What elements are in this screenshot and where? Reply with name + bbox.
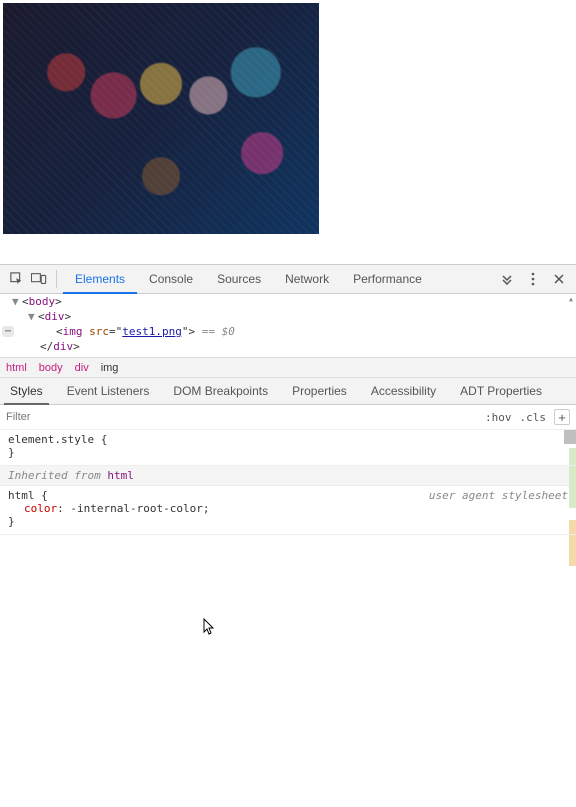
tab-elements[interactable]: Elements: [63, 265, 137, 294]
page-preview-area: [0, 0, 576, 264]
tag-name: div: [53, 340, 73, 353]
cls-toggle[interactable]: .cls: [520, 411, 547, 424]
subtab-event-listeners[interactable]: Event Listeners: [61, 378, 156, 405]
tab-console[interactable]: Console: [137, 265, 205, 294]
subtab-properties[interactable]: Properties: [286, 378, 353, 405]
styles-pane: element.style { } Inherited from html us…: [0, 430, 576, 535]
crumb-body[interactable]: body: [39, 362, 63, 374]
style-rule-html[interactable]: user agent stylesheet html { color: -int…: [0, 486, 576, 535]
inherited-from-tag[interactable]: html: [107, 469, 134, 482]
dom-node-body[interactable]: ▼<body>: [0, 294, 576, 309]
tab-performance[interactable]: Performance: [341, 265, 434, 294]
attr-name: src: [89, 325, 109, 338]
close-devtools-icon[interactable]: [548, 268, 570, 290]
toolbar-separator: [56, 270, 57, 288]
styles-toggles: :hov .cls +: [485, 409, 570, 425]
toolbar-right-actions: [496, 268, 570, 290]
style-declaration[interactable]: color: -internal-root-color;: [8, 502, 568, 515]
expand-arrow-icon[interactable]: ▼: [28, 310, 38, 323]
new-style-rule-icon[interactable]: +: [554, 409, 570, 425]
brace-open: {: [35, 489, 48, 502]
device-toggle-icon[interactable]: [28, 268, 50, 290]
brace-open: {: [94, 433, 107, 446]
more-tabs-icon[interactable]: [496, 268, 518, 290]
css-property[interactable]: color: [24, 502, 57, 515]
elements-tree[interactable]: ▴ ⋯ ▼<body> ▼<div> <img src="test1.png">…: [0, 294, 576, 357]
selector-text[interactable]: element.style: [8, 433, 94, 446]
inherited-label: Inherited from: [8, 469, 107, 482]
selector-text[interactable]: html: [8, 489, 35, 502]
angle-open: </: [40, 340, 53, 353]
scroll-up-indicator[interactable]: ▴: [568, 294, 574, 305]
angle-open: <: [56, 325, 63, 338]
page-image[interactable]: [3, 3, 319, 234]
dollar-zero-ref: == $0: [195, 325, 235, 338]
brace-close: }: [8, 515, 568, 528]
css-value[interactable]: -internal-root-color;: [64, 502, 210, 515]
tab-network[interactable]: Network: [273, 265, 341, 294]
kebab-menu-icon[interactable]: [522, 268, 544, 290]
mouse-cursor-icon: [203, 618, 217, 636]
angle-open: <: [38, 310, 45, 323]
crumb-img[interactable]: img: [101, 362, 119, 374]
dom-node-div-open[interactable]: ▼<div>: [0, 309, 576, 324]
elements-subtabs: Styles Event Listeners DOM Breakpoints P…: [0, 378, 576, 405]
inherited-from-bar: Inherited from html: [0, 466, 576, 486]
collapsed-dots-icon[interactable]: ⋯: [2, 326, 14, 337]
subtab-styles[interactable]: Styles: [4, 378, 49, 405]
attr-value-link[interactable]: test1.png: [122, 325, 182, 338]
dom-node-div-close[interactable]: </div>: [0, 339, 576, 354]
tag-name: body: [29, 295, 56, 308]
tag-name: div: [45, 310, 65, 323]
subtab-accessibility[interactable]: Accessibility: [365, 378, 442, 405]
tab-sources[interactable]: Sources: [205, 265, 273, 294]
angle-close: >: [55, 295, 62, 308]
crumb-html[interactable]: html: [6, 362, 27, 374]
devtools-main-toolbar: Elements Console Sources Network Perform…: [0, 265, 576, 294]
subtab-dom-breakpoints[interactable]: DOM Breakpoints: [167, 378, 274, 405]
angle-close: >: [65, 310, 72, 323]
dom-node-img[interactable]: <img src="test1.png"> == $0: [0, 324, 576, 339]
brace-close: }: [8, 446, 568, 459]
subtab-adt-properties[interactable]: ADT Properties: [454, 378, 548, 405]
rule-origin: user agent stylesheet: [429, 489, 568, 502]
style-rule-element[interactable]: element.style { }: [0, 430, 576, 466]
hov-toggle[interactable]: :hov: [485, 411, 512, 424]
angle-open: <: [22, 295, 29, 308]
inspect-element-icon[interactable]: [6, 268, 28, 290]
crumb-div[interactable]: div: [75, 362, 89, 374]
expand-arrow-icon[interactable]: ▼: [12, 295, 22, 308]
tag-name: img: [63, 325, 83, 338]
styles-filter-input[interactable]: [6, 411, 485, 423]
dom-breadcrumb: html body div img: [0, 357, 576, 378]
devtools-panel: Elements Console Sources Network Perform…: [0, 264, 576, 535]
devtools-tabs: Elements Console Sources Network Perform…: [63, 265, 496, 294]
styles-toolbar: :hov .cls +: [0, 405, 576, 430]
angle-close: >: [73, 340, 80, 353]
